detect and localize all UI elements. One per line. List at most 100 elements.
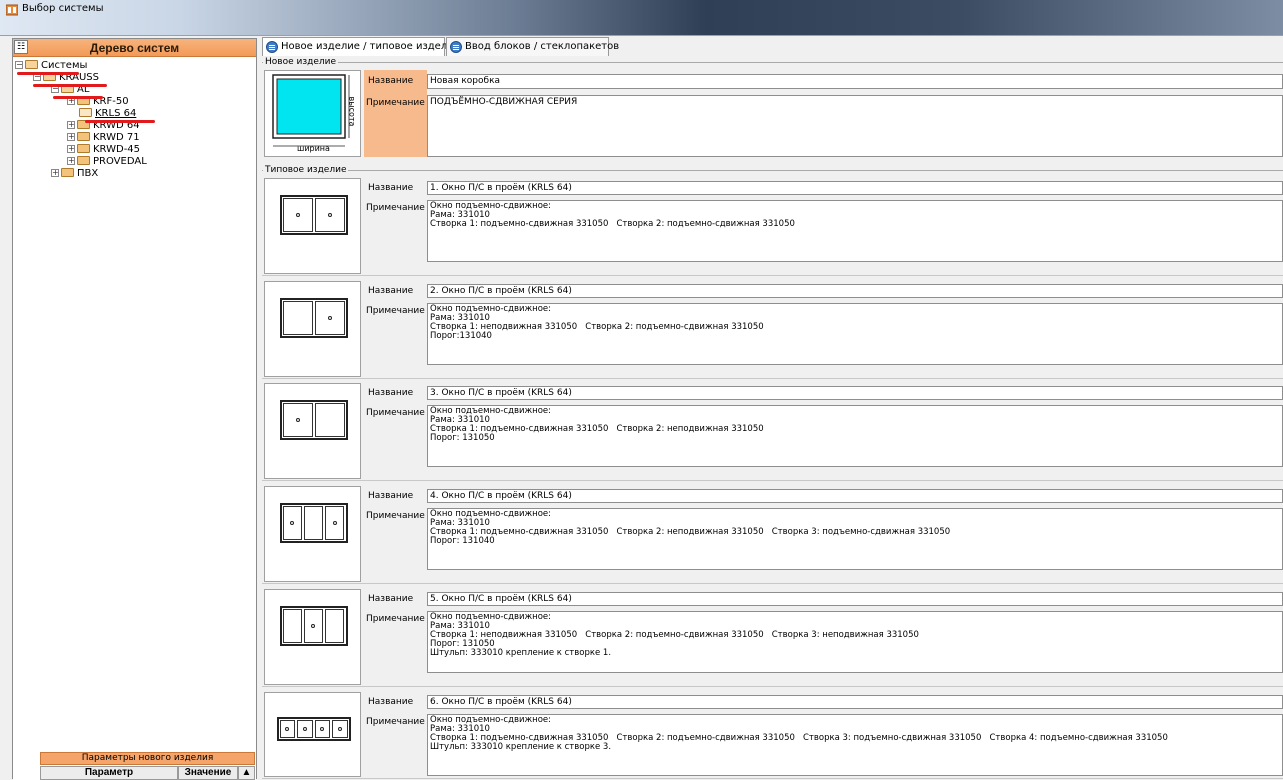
handle-icon	[332, 521, 337, 525]
new-item-name-field[interactable]: Новая коробка	[427, 74, 1283, 89]
sash-drawing	[314, 403, 345, 437]
name-label: Название	[368, 388, 414, 398]
tree-header: ☷ Дерево систем	[13, 39, 256, 57]
expand-icon[interactable]: +	[67, 133, 75, 141]
sash-drawing	[282, 301, 313, 335]
handle-icon	[295, 418, 300, 422]
group-label-typical: Типовое изделие	[263, 165, 349, 175]
tree-node-pvh[interactable]: + ПВХ	[51, 168, 98, 180]
card-separator	[262, 378, 1283, 379]
name-label: Название	[368, 183, 414, 193]
typical-item-note-field[interactable]: Окно подъемно-сдвижное: Рама: 331010 Ств…	[427, 405, 1283, 467]
typical-item-note-field[interactable]: Окно подъемно-сдвижное: Рама: 331010 Ств…	[427, 303, 1283, 365]
window-frame-drawing	[279, 195, 348, 235]
typical-item-preview[interactable]	[264, 178, 361, 274]
tree-node-provedal[interactable]: + PROVEDAL	[67, 156, 147, 168]
typical-item-note-field[interactable]: Окно подъемно-сдвижное: Рама: 331010 Ств…	[427, 200, 1283, 262]
scroll-up-icon[interactable]: ▲	[238, 766, 255, 780]
window-title: Выбор системы	[22, 3, 104, 14]
tree-node-label: ПВХ	[77, 168, 99, 179]
handle-icon	[337, 727, 342, 731]
typical-item-preview[interactable]	[264, 589, 361, 685]
params-title: Параметры нового изделия	[40, 752, 255, 765]
typical-item-card[interactable]: Название 1. Окно П/С в проём (KRLS 64) При…	[262, 176, 1283, 276]
col-header-param[interactable]: Параметр	[40, 766, 178, 780]
name-label: Название	[368, 594, 414, 604]
typical-item-preview[interactable]	[264, 486, 361, 582]
typical-item-card[interactable]: Название 6. Окно П/С в проём (KRLS 64) При…	[262, 690, 1283, 779]
tree-node-label: Системы	[41, 60, 88, 71]
handle-icon	[327, 316, 332, 320]
tree-node-label: KRWD 71	[93, 132, 140, 143]
tab-bar: Новое изделие / типовое изделие Ввод бло…	[262, 36, 1283, 56]
handle-icon	[320, 727, 325, 731]
note-label: Примечание	[366, 511, 425, 521]
tree-node-systems[interactable]: − Системы	[15, 60, 87, 72]
expand-icon[interactable]: +	[67, 121, 75, 129]
typical-item-name-field[interactable]: 1. Окно П/С в проём (KRLS 64)	[427, 181, 1283, 195]
typical-item-preview[interactable]	[264, 383, 361, 479]
sash-drawing	[314, 720, 330, 738]
new-item-section: ширина высота Название Новая коробка При…	[262, 68, 1283, 159]
group-border	[262, 170, 1283, 171]
sash-drawing	[314, 198, 345, 232]
window-frame-drawing	[279, 298, 348, 338]
note-label: Примечание	[366, 98, 425, 108]
window-frame-drawing	[279, 400, 348, 440]
typical-item-name-field[interactable]: 5. Окно П/С в проём (KRLS 64)	[427, 592, 1283, 606]
window-frame-drawing	[279, 503, 348, 543]
typical-item-card[interactable]: Название 5. Окно П/С в проём (KRLS 64) При…	[262, 587, 1283, 687]
typical-item-card[interactable]: Название 2. Окно П/С в проём (KRLS 64) При…	[262, 279, 1283, 379]
folder-icon	[77, 144, 90, 153]
typical-item-note-field[interactable]: Окно подъемно-сдвижное: Рама: 331010 Ств…	[427, 508, 1283, 570]
typical-item-note-field[interactable]: Окно подъемно-сдвижное: Рама: 331010 Ств…	[427, 611, 1283, 673]
note-label: Примечание	[366, 614, 425, 624]
new-item-preview[interactable]: ширина высота	[264, 70, 361, 157]
new-item-note-field[interactable]: ПОДЪЁМНО-СДВИЖНАЯ СЕРИЯ	[427, 95, 1283, 157]
expand-icon[interactable]: +	[67, 157, 75, 165]
expand-icon[interactable]: +	[51, 169, 59, 177]
sash-drawing	[303, 506, 324, 540]
annotation-underline	[33, 84, 107, 87]
sash-drawing	[279, 720, 295, 738]
name-label: Название	[368, 491, 414, 501]
folder-icon	[77, 156, 90, 165]
new-item-params: Параметры нового изделия Параметр Значен…	[13, 752, 256, 780]
typical-item-preview[interactable]	[264, 692, 361, 777]
typical-item-name-field[interactable]: 6. Окно П/С в проём (KRLS 64)	[427, 695, 1283, 709]
width-label: ширина	[297, 144, 330, 153]
tab-blocks[interactable]: Ввод блоков / стеклопакетов	[446, 37, 619, 56]
annotation-underline	[17, 72, 79, 75]
note-label: Примечание	[366, 306, 425, 316]
sash-drawing	[303, 609, 324, 643]
handle-icon	[295, 213, 300, 217]
tree-node-krwd-45[interactable]: + KRWD-45	[67, 144, 140, 156]
typical-item-preview[interactable]	[264, 281, 361, 377]
sash-drawing	[282, 609, 302, 643]
typical-item-name-field[interactable]: 2. Окно П/С в проём (KRLS 64)	[427, 284, 1283, 298]
tab-new-item[interactable]: Новое изделие / типовое изделие	[262, 37, 460, 56]
typical-item-card[interactable]: Название 4. Окно П/С в проём (KRLS 64) При…	[262, 484, 1283, 584]
typical-item-name-field[interactable]: 3. Окно П/С в проём (KRLS 64)	[427, 386, 1283, 400]
sash-drawing	[297, 720, 313, 738]
card-separator	[262, 275, 1283, 276]
tab-label: Новое изделие / типовое изделие	[281, 41, 460, 52]
tree-node-krls-64[interactable]: KRLS 64	[79, 108, 136, 120]
group-border	[262, 62, 1283, 63]
folder-icon	[77, 132, 90, 141]
typical-item-card[interactable]: Название 3. Окно П/С в проём (KRLS 64) При…	[262, 381, 1283, 481]
handle-icon	[327, 213, 332, 217]
typical-item-note-field[interactable]: Окно подъемно-сдвижное: Рама: 331010 Ств…	[427, 714, 1283, 776]
name-label: Название	[368, 697, 414, 707]
col-header-value[interactable]: Значение	[178, 766, 238, 780]
app-icon	[6, 4, 18, 16]
sash-drawing	[325, 506, 345, 540]
folder-icon	[61, 168, 74, 177]
name-label: Название	[368, 76, 414, 86]
collapse-icon[interactable]: −	[15, 61, 23, 69]
annotation-underline	[53, 96, 103, 99]
list-icon	[266, 41, 278, 53]
tree-node-krwd-71[interactable]: + KRWD 71	[67, 132, 140, 144]
expand-icon[interactable]: +	[67, 145, 75, 153]
typical-item-name-field[interactable]: 4. Окно П/С в проём (KRLS 64)	[427, 489, 1283, 503]
